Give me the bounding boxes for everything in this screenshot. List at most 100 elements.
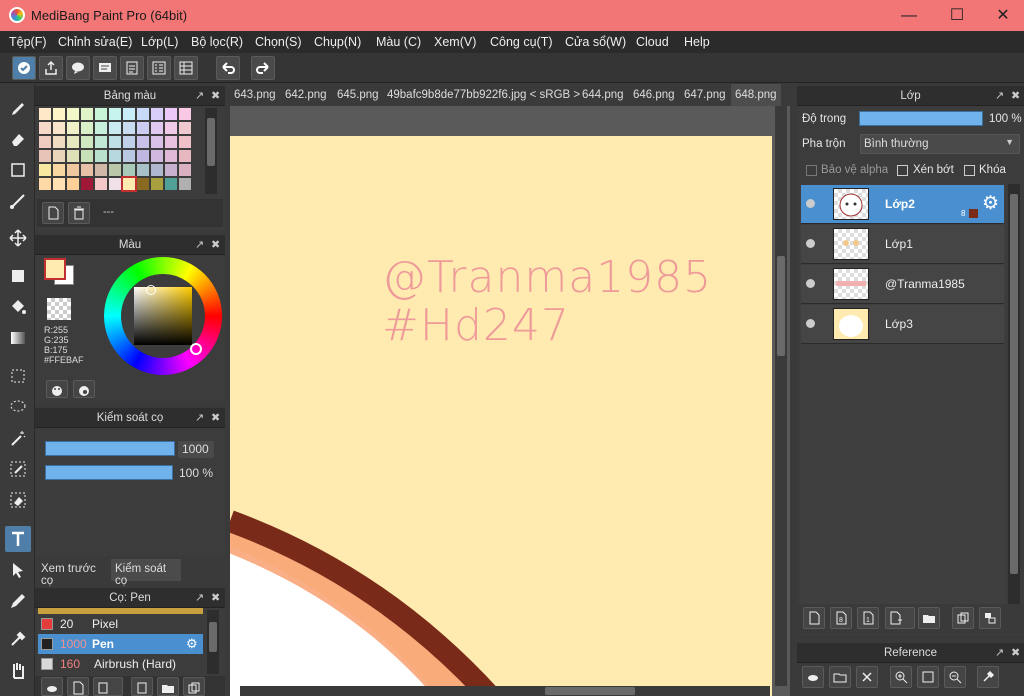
layer-folder-button[interactable] bbox=[918, 607, 940, 629]
palette-swatch[interactable] bbox=[179, 178, 191, 190]
menu-filter[interactable]: Bộ lọc(R) bbox=[191, 35, 243, 49]
visibility-eye-icon[interactable] bbox=[806, 319, 815, 328]
tab-brush-preview[interactable]: Xem trước cọ bbox=[37, 559, 109, 587]
color-palette-button[interactable] bbox=[46, 380, 68, 398]
bucket-tool[interactable] bbox=[5, 294, 31, 320]
undo-button[interactable] bbox=[216, 56, 240, 80]
palette-swatch[interactable] bbox=[151, 136, 163, 148]
menu-file[interactable]: Tệp(F) bbox=[9, 35, 47, 49]
palette-swatch[interactable] bbox=[109, 150, 121, 162]
undock-icon[interactable]: ↗ bbox=[995, 86, 1004, 106]
canvas-horizontal-scrollbar[interactable] bbox=[240, 686, 770, 696]
zoom-in-button[interactable] bbox=[890, 666, 912, 688]
menu-window[interactable]: Cửa sổ(W) bbox=[565, 35, 626, 49]
palette-swatch[interactable] bbox=[179, 164, 191, 176]
menu-select[interactable]: Chọn(S) bbox=[255, 35, 302, 49]
edge-pen-tool[interactable] bbox=[5, 588, 31, 614]
brush-opacity-slider[interactable] bbox=[45, 465, 173, 480]
new-layer-button[interactable] bbox=[803, 607, 825, 629]
palette-swatch[interactable] bbox=[95, 136, 107, 148]
layer-settings-icon[interactable]: ⚙ bbox=[982, 192, 999, 215]
duplicate-brush-button[interactable] bbox=[183, 677, 205, 696]
palette-swatch[interactable] bbox=[151, 150, 163, 162]
palette-swatch[interactable] bbox=[165, 108, 177, 120]
palette-swatch[interactable] bbox=[137, 178, 149, 190]
palette-swatch[interactable] bbox=[165, 178, 177, 190]
palette-swatch[interactable] bbox=[67, 108, 79, 120]
blend-mode-select[interactable]: Bình thường ▼ bbox=[860, 134, 1020, 154]
close-panel-icon[interactable]: ✖ bbox=[211, 408, 220, 428]
visibility-eye-icon[interactable] bbox=[806, 239, 815, 248]
canvas-tab[interactable]: 642.png bbox=[285, 89, 327, 101]
hue-wheel[interactable] bbox=[104, 257, 222, 375]
palette-swatch[interactable] bbox=[179, 136, 191, 148]
reference-open-button[interactable] bbox=[829, 666, 851, 688]
palette-swatch[interactable] bbox=[137, 150, 149, 162]
canvas-tab[interactable]: 644.png bbox=[582, 89, 624, 101]
lock-checkbox[interactable] bbox=[964, 165, 975, 176]
saturation-value-square[interactable] bbox=[134, 287, 192, 345]
palette-swatch[interactable] bbox=[67, 122, 79, 134]
close-panel-icon[interactable]: ✖ bbox=[1011, 643, 1020, 663]
brush-list-scrollbar[interactable] bbox=[207, 610, 219, 674]
palette-swatch[interactable] bbox=[151, 122, 163, 134]
menu-snap[interactable]: Chụp(N) bbox=[314, 35, 361, 49]
palette-swatch[interactable] bbox=[53, 150, 65, 162]
canvas-tab[interactable]: 643.png bbox=[234, 89, 276, 101]
checklist-button[interactable] bbox=[147, 56, 171, 80]
shape-tool[interactable] bbox=[5, 157, 31, 183]
palette-swatch[interactable] bbox=[81, 136, 93, 148]
palette-swatch[interactable] bbox=[123, 150, 135, 162]
canvas-vertical-scrollbar[interactable] bbox=[775, 106, 787, 686]
minimize-button[interactable]: — bbox=[886, 0, 932, 31]
close-panel-icon[interactable]: ✖ bbox=[211, 86, 220, 106]
lasso-tool[interactable] bbox=[5, 394, 31, 420]
select-eraser-tool[interactable] bbox=[5, 487, 31, 513]
palette-swatch[interactable] bbox=[165, 122, 177, 134]
add-layer-dropdown[interactable] bbox=[885, 607, 915, 629]
palette-swatch[interactable] bbox=[67, 178, 79, 190]
palette-swatch[interactable] bbox=[109, 136, 121, 148]
operation-tool[interactable] bbox=[5, 557, 31, 583]
delete-palette-button[interactable] bbox=[68, 202, 90, 224]
document-button[interactable] bbox=[120, 56, 144, 80]
palette-swatch[interactable] bbox=[137, 136, 149, 148]
undock-icon[interactable]: ↗ bbox=[195, 235, 204, 255]
new-brush-button[interactable] bbox=[67, 677, 89, 696]
palette-swatch[interactable] bbox=[39, 122, 51, 134]
close-panel-icon[interactable]: ✖ bbox=[211, 588, 220, 608]
palette-swatch[interactable] bbox=[39, 136, 51, 148]
reference-cloud-button[interactable] bbox=[802, 666, 824, 688]
palette-swatch[interactable] bbox=[39, 178, 51, 190]
palette-swatch[interactable] bbox=[39, 164, 51, 176]
maximize-button[interactable]: ☐ bbox=[934, 0, 980, 31]
canvas-tab[interactable]: 646.png bbox=[633, 89, 675, 101]
layer-opacity-slider[interactable] bbox=[859, 111, 983, 126]
visibility-eye-icon[interactable] bbox=[806, 279, 815, 288]
layer-item-lop1[interactable]: Lớp1 bbox=[801, 225, 1004, 264]
palette-swatch[interactable] bbox=[39, 108, 51, 120]
cloud-save-button[interactable] bbox=[12, 56, 36, 80]
brush-size-slider[interactable] bbox=[45, 441, 175, 456]
export-button[interactable] bbox=[39, 56, 63, 80]
palette-swatch[interactable] bbox=[53, 136, 65, 148]
menu-cloud[interactable]: Cloud bbox=[636, 35, 669, 49]
palette-swatch[interactable] bbox=[179, 108, 191, 120]
palette-swatch[interactable] bbox=[165, 136, 177, 148]
palette-swatch[interactable] bbox=[137, 108, 149, 120]
palette-swatch[interactable] bbox=[165, 164, 177, 176]
canvas-tab-active[interactable]: 648.png bbox=[731, 84, 781, 106]
color-settings-button[interactable] bbox=[73, 380, 95, 398]
close-panel-icon[interactable]: ✖ bbox=[1011, 86, 1020, 106]
drawing-canvas[interactable]: @Tranma1985 #Hd247 bbox=[230, 136, 772, 696]
palette-swatch[interactable] bbox=[67, 150, 79, 162]
cloud-brush-button[interactable] bbox=[41, 677, 63, 696]
palette-swatch[interactable] bbox=[81, 122, 93, 134]
palette-swatch[interactable] bbox=[53, 122, 65, 134]
grid-button[interactable] bbox=[174, 56, 198, 80]
duplicate-layer-button[interactable] bbox=[952, 607, 974, 629]
undock-icon[interactable]: ↗ bbox=[995, 643, 1004, 663]
palette-swatch[interactable] bbox=[81, 150, 93, 162]
palette-swatch[interactable] bbox=[109, 122, 121, 134]
new-palette-button[interactable] bbox=[42, 202, 64, 224]
